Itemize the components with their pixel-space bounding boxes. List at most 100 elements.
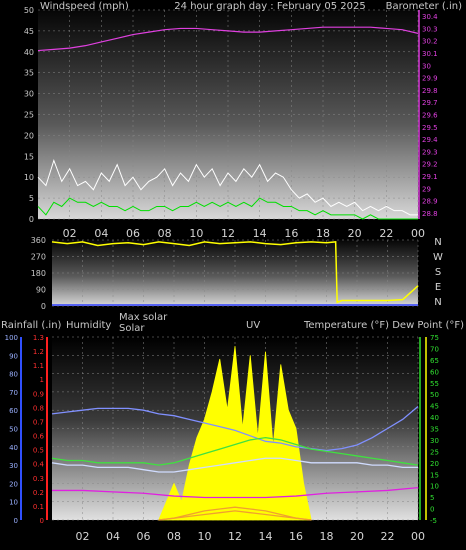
barometer-tick-label: 29.2 <box>422 161 438 169</box>
direction-tick-label: 180 <box>31 269 46 278</box>
wind-tick-label: 45 <box>24 27 34 36</box>
temperature-tick-label: 55 <box>430 380 439 388</box>
barometer-tick-label: 30 <box>422 62 431 70</box>
barometer-tick-label: 29.4 <box>422 136 438 144</box>
compass-label: W <box>433 252 443 263</box>
time-tick-label: 16 <box>284 227 298 240</box>
temperature-tick-label: 35 <box>430 426 439 434</box>
temperature-tick-label: 30 <box>430 437 439 445</box>
compass-label: N <box>434 297 441 308</box>
wind-tick-label: 35 <box>24 69 34 78</box>
wind-tick-label: 10 <box>24 173 34 182</box>
time-tick-label: 04 <box>106 530 120 543</box>
temperature-tick-label: 60 <box>430 368 439 376</box>
time-tick-label: 06 <box>126 227 140 240</box>
time-tick-label: 00 <box>411 227 425 240</box>
humidity-tick-label: 60 <box>9 407 18 415</box>
humidity-tick-label: 90 <box>9 352 18 360</box>
time-tick-label: 12 <box>221 227 235 240</box>
wind-tick-label: 5 <box>29 194 34 203</box>
wind-tick-label: 30 <box>24 90 34 99</box>
temperature-tick-label: 5 <box>430 494 434 502</box>
time-tick-label: 22 <box>381 530 395 543</box>
time-tick-label: 18 <box>316 227 330 240</box>
barometer-tick-label: 30.4 <box>422 13 438 21</box>
time-tick-label: 14 <box>253 227 267 240</box>
temperature-tick-label: 25 <box>430 448 439 456</box>
temperature-tick-label: -5 <box>430 517 437 525</box>
time-tick-label: 10 <box>189 227 203 240</box>
temperature-tick-label: 70 <box>430 345 439 353</box>
temperature-tick-label: 20 <box>430 460 439 468</box>
rain-tick-label: 0 <box>40 517 44 525</box>
rain-tick-label: 0.1 <box>33 503 44 511</box>
barometer-tick-label: 28.9 <box>422 198 438 206</box>
wind-tick-label: 20 <box>24 131 34 140</box>
direction-tick-label: 90 <box>36 286 46 295</box>
weather-chart: 0510152025303540455002 04 06 08 10 12 14 16 18 20… <box>1 1 464 543</box>
humidity-tick-label: 30 <box>9 462 18 470</box>
compass-label: N <box>434 237 441 248</box>
time-tick-label: 16 <box>289 530 303 543</box>
humidity-tick-label: 70 <box>9 389 18 397</box>
rain-tick-label: 1 <box>40 376 44 384</box>
time-tick-label: 14 <box>259 530 273 543</box>
wind-tick-label: 0 <box>29 215 34 224</box>
barometer-tick-label: 29 <box>422 185 431 193</box>
wind-tick-label: 40 <box>24 48 34 57</box>
temperature-tick-label: 0 <box>430 506 434 514</box>
rain-tick-label: 0.2 <box>33 489 44 497</box>
barometer-axis-label: Barometer (.in) <box>386 1 462 12</box>
humidity-tick-label: 100 <box>5 334 18 342</box>
time-tick-label: 02 <box>63 227 77 240</box>
humidity-tick-label: 80 <box>9 371 18 379</box>
humidity-axis-label: Humidity <box>66 320 111 331</box>
direction-tick-label: 270 <box>31 253 46 262</box>
time-tick-label: 02 <box>76 530 90 543</box>
temperature-tick-label: 45 <box>430 403 439 411</box>
time-tick-label: 04 <box>94 227 108 240</box>
barometer-tick-label: 29.3 <box>422 148 438 156</box>
max-solar-label: Max solar <box>119 312 168 323</box>
barometer-tick-label: 30.1 <box>422 50 438 58</box>
barometer-tick-label: 29.9 <box>422 75 438 83</box>
rainfall-axis-label: Rainfall (.in) <box>1 320 62 331</box>
time-tick-label: 08 <box>167 530 181 543</box>
compass-label: E <box>435 282 441 293</box>
humidity-tick-label: 50 <box>9 426 18 434</box>
rain-tick-label: 0.7 <box>33 418 44 426</box>
temperature-tick-label: 75 <box>430 334 439 342</box>
barometer-tick-label: 28.8 <box>422 210 438 218</box>
temperature-tick-label: 40 <box>430 414 439 422</box>
time-tick-label: 20 <box>350 530 364 543</box>
direction-tick-label: 360 <box>31 236 46 245</box>
uv-axis-label: UV <box>246 320 260 331</box>
time-tick-label: 20 <box>348 227 362 240</box>
rain-tick-label: 1.1 <box>33 362 44 370</box>
rain-tick-label: 0.8 <box>33 404 44 412</box>
barometer-tick-label: 29.1 <box>422 173 438 181</box>
wind-tick-label: 15 <box>24 152 34 161</box>
direction-tick-label: 0 <box>41 302 46 311</box>
humidity-tick-label: 40 <box>9 444 18 452</box>
time-tick-label: 22 <box>379 227 393 240</box>
temperature-tick-label: 10 <box>430 483 439 491</box>
barometer-tick-label: 29.7 <box>422 99 438 107</box>
rain-tick-label: 1.2 <box>33 348 44 356</box>
time-tick-label: 08 <box>158 227 172 240</box>
time-tick-label: 00 <box>411 530 425 543</box>
wind-axis-label: Windspeed (mph) <box>40 1 129 12</box>
temperature-tick-label: 50 <box>430 391 439 399</box>
compass-label: S <box>435 267 441 278</box>
humidity-tick-label: 0 <box>14 517 18 525</box>
humidity-tick-label: 20 <box>9 480 18 488</box>
time-tick-label: 10 <box>198 530 212 543</box>
humidity-tick-label: 10 <box>9 499 18 507</box>
barometer-tick-label: 30.3 <box>422 25 438 33</box>
solar-label: Solar <box>119 323 145 334</box>
barometer-tick-label: 30.2 <box>422 38 438 46</box>
chart-title: 24 hour graph day : February 05 2025 <box>174 1 365 12</box>
temperature-axis-label: Temperature (°F) Dew Point (°F) <box>303 320 464 331</box>
time-tick-label: 18 <box>320 530 334 543</box>
temperature-tick-label: 65 <box>430 357 439 365</box>
